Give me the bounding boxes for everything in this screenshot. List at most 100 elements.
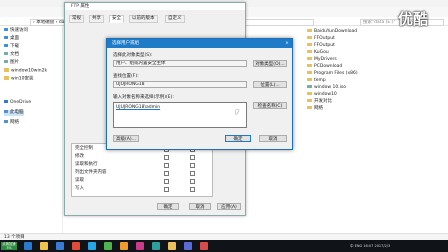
nav-item-label: 网络	[10, 120, 19, 125]
file-name: Program Files (x86)	[314, 71, 358, 76]
apply-button[interactable]: 应用(A)	[217, 203, 241, 210]
app-icon[interactable]	[200, 242, 208, 250]
download-icon	[4, 44, 8, 47]
folder-icon	[307, 56, 312, 61]
nav-item-quick-access[interactable]: 快速访问	[4, 28, 28, 34]
nav-item-network[interactable]: 网络	[4, 120, 19, 126]
tab-general[interactable]: 常规	[69, 15, 84, 23]
nav-item-label: 图片	[10, 60, 19, 65]
desktop-icon	[4, 36, 8, 39]
table-row: 读取	[75, 178, 84, 183]
object-type-label: 选择此对象类型(S):	[113, 53, 153, 58]
permissions-table: 完全控制 修改 读取和执行 列出文件夹内容 读取 写入	[71, 143, 213, 197]
list-item[interactable]: FFOutput	[307, 42, 335, 49]
nav-item-downloads[interactable]: 下载	[4, 44, 19, 50]
deny-checkbox[interactable]	[190, 187, 195, 192]
app-icon[interactable]	[104, 242, 112, 250]
tab-security[interactable]: 安全	[109, 15, 124, 23]
deny-checkbox[interactable]	[190, 155, 195, 160]
allow-checkbox[interactable]	[164, 187, 169, 192]
check-names-button[interactable]: 检查名称(C)	[253, 102, 287, 109]
folder-icon	[307, 35, 312, 40]
app-icon[interactable]	[136, 242, 144, 250]
folder-icon	[4, 68, 9, 72]
object-names-input[interactable]: UJUJRONG18\admin	[113, 102, 247, 128]
nav-item-onedrive[interactable]: OneDrive	[4, 100, 31, 106]
computer-icon	[4, 110, 8, 113]
nav-item-label: OneDrive	[10, 100, 32, 105]
nav-item-label: window10win2k	[11, 68, 48, 74]
nav-item-label: 下载	[10, 44, 19, 49]
dialog-title-text: 选择用户或组	[112, 41, 139, 46]
app-icon[interactable]	[72, 242, 80, 250]
ok-button[interactable]: 确定	[225, 135, 251, 142]
start-button[interactable]: 点我加速 3%	[1, 242, 17, 250]
object-types-button[interactable]: 对象类型(O)...	[253, 60, 287, 67]
folder-icon	[4, 76, 9, 80]
ok-button[interactable]: 确定	[157, 203, 179, 210]
folder-icon	[307, 105, 312, 110]
nav-item-documents[interactable]: 文档	[4, 52, 19, 58]
allow-checkbox[interactable]	[164, 155, 169, 160]
nav-item-win10-install[interactable]: win10安装	[4, 76, 34, 82]
app-icon[interactable]	[184, 242, 192, 250]
table-row: 读取和执行	[75, 162, 98, 167]
properties-title: FTP 属性	[65, 3, 245, 10]
dialog-title: 选择用户或组 ×	[107, 39, 292, 48]
star-icon	[4, 28, 8, 31]
file-name: temp	[314, 78, 326, 83]
nav-item-desktop[interactable]: 桌面	[4, 36, 19, 42]
nav-item-window10win2k[interactable]: window10win2k	[4, 68, 47, 74]
cancel-button[interactable]: 取消	[189, 203, 211, 210]
list-item[interactable]: temp	[307, 77, 326, 84]
cancel-button[interactable]: 取消	[259, 135, 287, 142]
tab-sharing[interactable]: 共享	[89, 15, 104, 23]
table-row: 写入	[75, 186, 84, 191]
advanced-button[interactable]: 高级(A)...	[113, 135, 139, 142]
tab-customize[interactable]: 自定义	[165, 15, 185, 23]
app-icon[interactable]	[120, 242, 128, 250]
list-item[interactable]: MyDrivers	[307, 56, 337, 63]
folder-icon	[307, 49, 312, 54]
locations-button[interactable]: 位置(L)...	[253, 81, 287, 88]
nav-item-label: 快速访问	[10, 28, 28, 33]
list-item[interactable]: BaiduYunDownload	[307, 28, 357, 35]
list-item[interactable]: FFOutput	[307, 35, 335, 42]
start-percent: 3%	[6, 246, 12, 250]
close-icon[interactable]: ×	[282, 39, 292, 48]
app-icon[interactable]	[152, 242, 160, 250]
right-file-list: BaiduYunDownload FFOutput FFOutput KuGou…	[304, 26, 424, 146]
video-watermark: 优酷	[398, 10, 429, 28]
nav-item-pictures[interactable]: 图片	[4, 60, 19, 66]
list-item[interactable]: PCDownload	[307, 63, 342, 70]
app-icon[interactable]	[88, 242, 96, 250]
file-icon	[307, 84, 312, 89]
file-name: 网络	[314, 106, 323, 111]
cortana-icon[interactable]	[24, 242, 32, 250]
tab-previous-versions[interactable]: 以前的版本	[129, 15, 158, 23]
deny-checkbox[interactable]	[190, 163, 195, 168]
list-item[interactable]: Program Files (x86)	[307, 70, 358, 77]
allow-checkbox[interactable]	[164, 171, 169, 176]
allow-checkbox[interactable]	[164, 179, 169, 184]
nav-item-label: win10安装	[11, 76, 34, 82]
navigation-pane: 快速访问 桌面 下载 文档 图片 window10win2k win10安装 O…	[0, 26, 63, 240]
file-name: FFOutput	[314, 43, 335, 48]
list-item[interactable]: KuGou	[307, 49, 329, 56]
list-item[interactable]: 开发对比	[307, 98, 332, 105]
nav-item-this-pc[interactable]: 此电脑	[4, 110, 24, 116]
deny-checkbox[interactable]	[190, 171, 195, 176]
folder-icon	[307, 63, 312, 68]
system-tray[interactable]: 中 ENG 16:07 2017/2/3	[350, 243, 390, 249]
file-explorer-icon[interactable]	[40, 242, 48, 250]
list-item[interactable]: window 10.iso	[307, 84, 346, 91]
app-icon[interactable]	[168, 242, 176, 250]
table-row: 列出文件夹内容	[75, 170, 107, 175]
folder-icon	[307, 77, 312, 82]
deny-checkbox[interactable]	[190, 179, 195, 184]
allow-checkbox[interactable]	[164, 163, 169, 168]
list-item[interactable]: window10	[307, 91, 337, 98]
list-item[interactable]: 网络	[307, 105, 323, 112]
folder-icon	[307, 28, 312, 33]
edge-icon[interactable]	[56, 242, 64, 250]
